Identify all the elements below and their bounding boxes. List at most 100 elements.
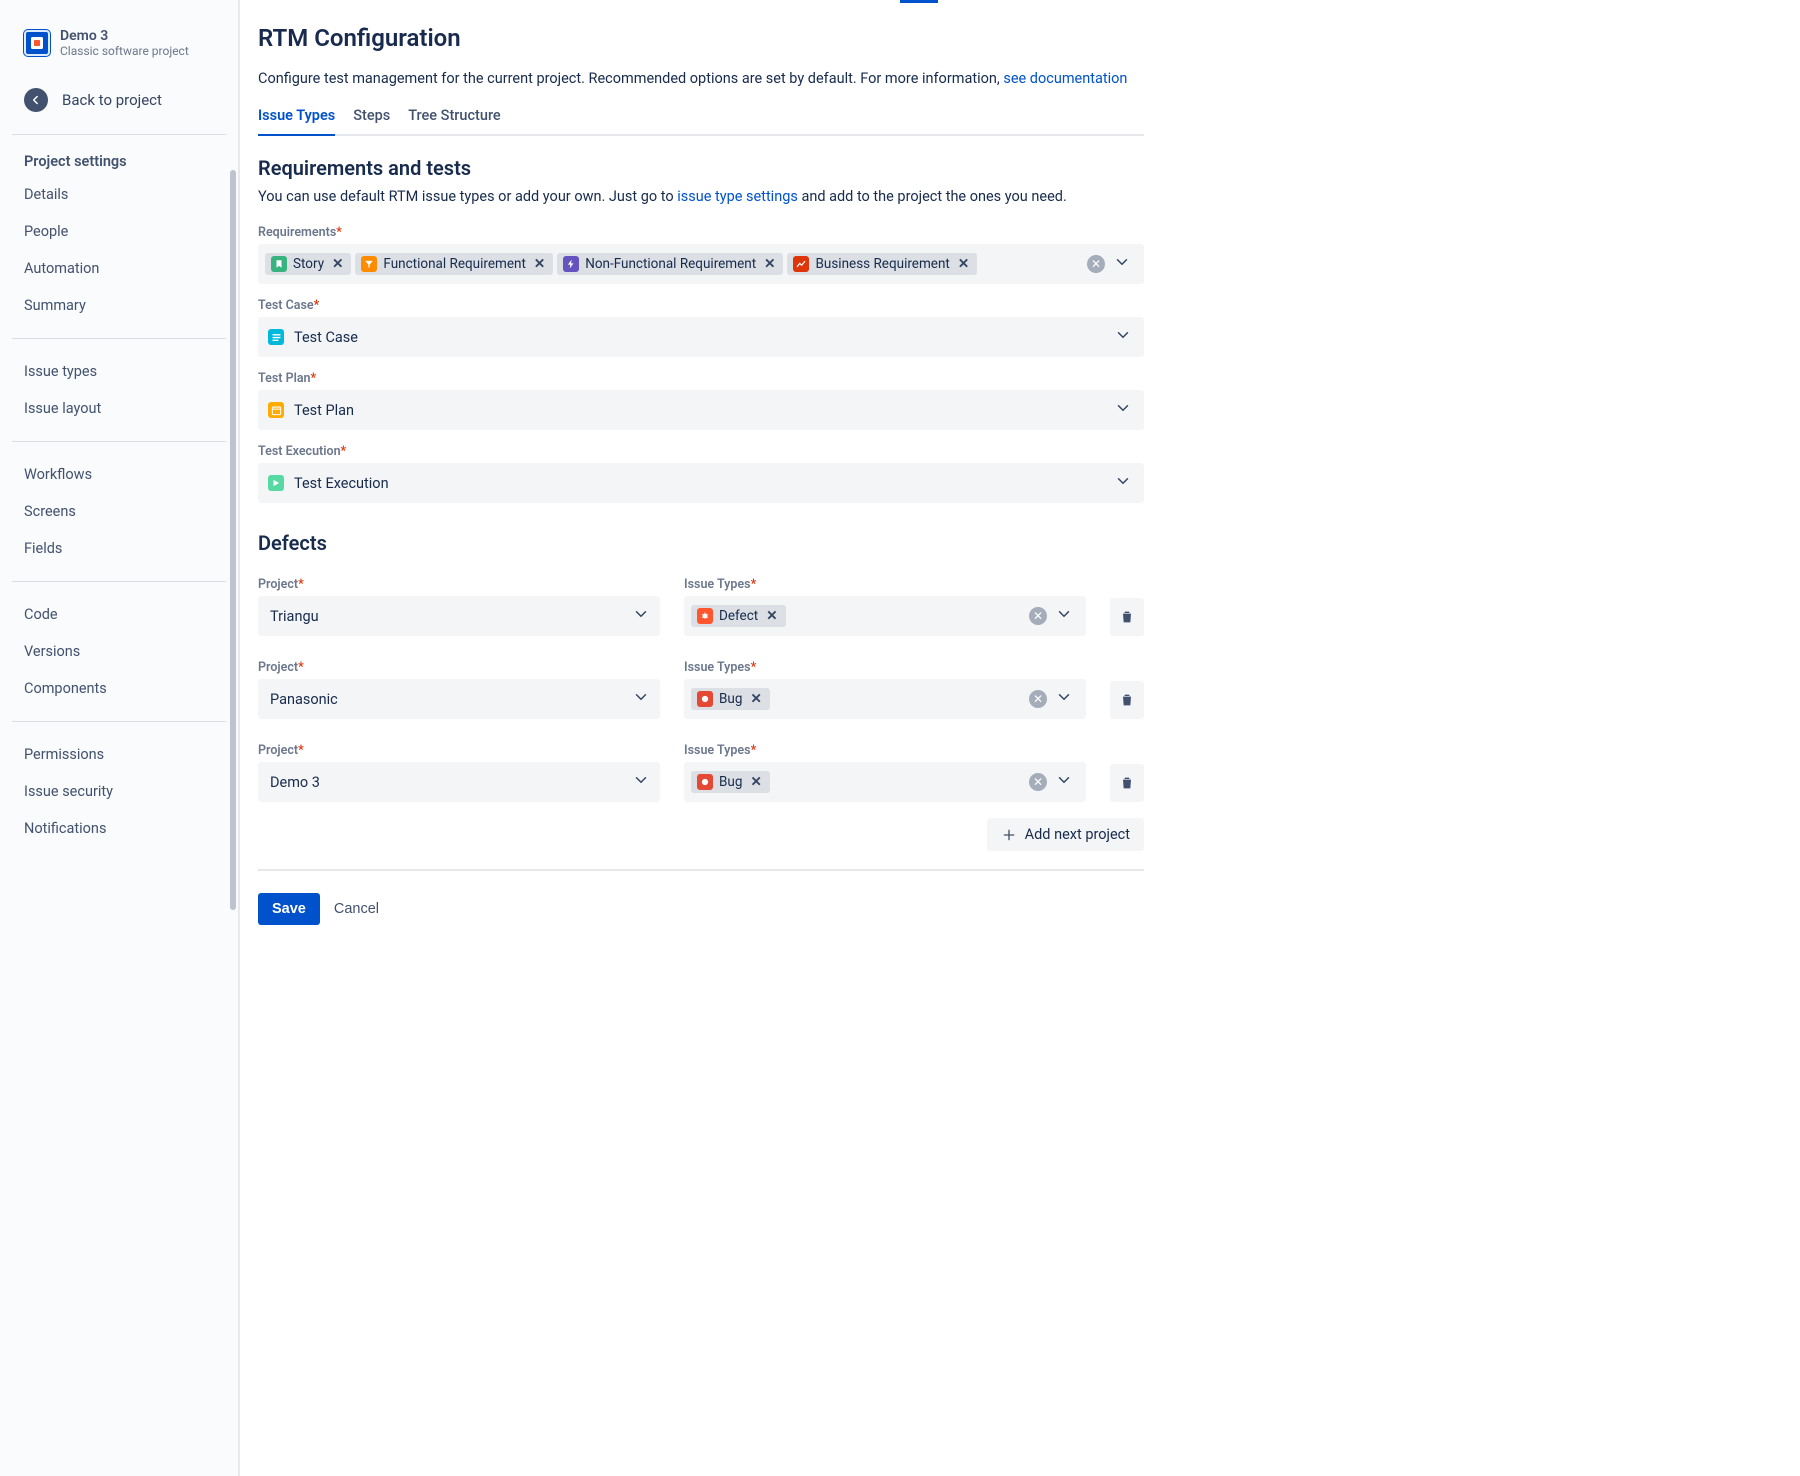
remove-tag-icon[interactable]: ✕ bbox=[532, 256, 547, 272]
issue-type-icon bbox=[697, 774, 713, 790]
sidebar-item-issue-types[interactable]: Issue types bbox=[0, 353, 238, 390]
clear-icon[interactable]: ✕ bbox=[1029, 690, 1047, 708]
chevron-down-icon[interactable] bbox=[1112, 397, 1134, 423]
delete-row-button[interactable] bbox=[1110, 681, 1144, 719]
defect-project-label: Project* bbox=[258, 577, 660, 592]
test-case-select[interactable]: Test Case bbox=[258, 317, 1144, 357]
clear-icon[interactable]: ✕ bbox=[1029, 607, 1047, 625]
remove-tag-icon[interactable]: ✕ bbox=[762, 256, 777, 272]
issue-type-settings-link[interactable]: issue type settings bbox=[677, 188, 798, 205]
sidebar-item-issue-security[interactable]: Issue security bbox=[0, 773, 238, 810]
tab-issue-types[interactable]: Issue Types bbox=[258, 101, 335, 136]
defect-project-label: Project* bbox=[258, 660, 660, 675]
sidebar-scrollbar[interactable] bbox=[230, 170, 236, 910]
project-header[interactable]: Demo 3 Classic software project bbox=[0, 20, 238, 70]
defect-project-select[interactable]: Panasonic bbox=[258, 679, 660, 719]
defect-project-select[interactable]: Demo 3 bbox=[258, 762, 660, 802]
test-execution-select[interactable]: Test Execution bbox=[258, 463, 1144, 503]
delete-row-button[interactable] bbox=[1110, 764, 1144, 802]
delete-row-button[interactable] bbox=[1110, 598, 1144, 636]
sidebar-item-automation[interactable]: Automation bbox=[0, 250, 238, 287]
remove-tag-icon[interactable]: ✕ bbox=[748, 691, 763, 707]
page-intro: Configure test management for the curren… bbox=[258, 70, 1144, 87]
requirements-dropdown-icon[interactable] bbox=[1111, 251, 1133, 277]
test-plan-label: Test Plan* bbox=[258, 371, 1144, 386]
requirements-label: Requirements* bbox=[258, 225, 1144, 240]
chevron-down-icon[interactable] bbox=[1053, 686, 1075, 712]
chevron-down-icon[interactable] bbox=[1053, 769, 1075, 795]
project-type: Classic software project bbox=[60, 44, 189, 58]
sidebar-item-screens[interactable]: Screens bbox=[0, 493, 238, 530]
defect-types-multiselect[interactable]: Bug✕✕ bbox=[684, 679, 1086, 719]
trash-icon bbox=[1119, 775, 1135, 791]
sidebar-item-summary[interactable]: Summary bbox=[0, 287, 238, 324]
cancel-button[interactable]: Cancel bbox=[334, 901, 379, 917]
defect-row: Project*Demo 3Issue Types*Bug✕✕ bbox=[258, 729, 1144, 802]
page-title: RTM Configuration bbox=[258, 24, 1144, 52]
trash-icon bbox=[1119, 609, 1135, 625]
chevron-down-icon[interactable] bbox=[1053, 603, 1075, 629]
requirements-tag-functional-requirement: Functional Requirement✕ bbox=[355, 253, 553, 275]
remove-tag-icon[interactable]: ✕ bbox=[330, 256, 345, 272]
chevron-down-icon[interactable] bbox=[630, 686, 652, 712]
sidebar-item-issue-layout[interactable]: Issue layout bbox=[0, 390, 238, 427]
project-settings-heading: Project settings bbox=[0, 135, 238, 176]
project-avatar-icon bbox=[24, 30, 50, 56]
defect-project-select[interactable]: Triangu bbox=[258, 596, 660, 636]
defect-row: Project*TrianguIssue Types*Defect✕✕ bbox=[258, 563, 1144, 636]
issue-type-icon bbox=[361, 256, 377, 272]
sidebar-item-details[interactable]: Details bbox=[0, 176, 238, 213]
test-plan-icon bbox=[268, 402, 284, 418]
issue-type-icon bbox=[271, 256, 287, 272]
save-button[interactable]: Save bbox=[258, 893, 320, 925]
top-active-indicator bbox=[900, 0, 938, 3]
remove-tag-icon[interactable]: ✕ bbox=[956, 256, 971, 272]
back-label: Back to project bbox=[62, 91, 162, 109]
chevron-down-icon[interactable] bbox=[1112, 470, 1134, 496]
sidebar-item-notifications[interactable]: Notifications bbox=[0, 810, 238, 847]
sidebar-item-workflows[interactable]: Workflows bbox=[0, 456, 238, 493]
trash-icon bbox=[1119, 692, 1135, 708]
defect-type-tag: Bug✕ bbox=[691, 688, 770, 710]
sidebar-item-permissions[interactable]: Permissions bbox=[0, 736, 238, 773]
sidebar-item-versions[interactable]: Versions bbox=[0, 633, 238, 670]
remove-tag-icon[interactable]: ✕ bbox=[748, 774, 763, 790]
defect-type-tag: Defect✕ bbox=[691, 605, 786, 627]
clear-icon[interactable]: ✕ bbox=[1029, 773, 1047, 791]
requirements-multiselect[interactable]: Story✕Functional Requirement✕Non-Functio… bbox=[258, 244, 1144, 284]
sidebar-item-people[interactable]: People bbox=[0, 213, 238, 250]
requirements-clear-icon[interactable]: ✕ bbox=[1087, 255, 1105, 273]
project-name: Demo 3 bbox=[60, 28, 189, 44]
test-plan-select[interactable]: Test Plan bbox=[258, 390, 1144, 430]
remove-tag-icon[interactable]: ✕ bbox=[764, 608, 779, 624]
defect-types-label: Issue Types* bbox=[684, 660, 1086, 675]
defect-types-multiselect[interactable]: Bug✕✕ bbox=[684, 762, 1086, 802]
defect-types-label: Issue Types* bbox=[684, 577, 1086, 592]
defect-types-multiselect[interactable]: Defect✕✕ bbox=[684, 596, 1086, 636]
chevron-down-icon[interactable] bbox=[630, 603, 652, 629]
defect-project-label: Project* bbox=[258, 743, 660, 758]
sidebar-item-fields[interactable]: Fields bbox=[0, 530, 238, 567]
add-next-project-button[interactable]: Add next project bbox=[987, 818, 1144, 851]
test-case-icon bbox=[268, 329, 284, 345]
defect-type-tag: Bug✕ bbox=[691, 771, 770, 793]
tab-steps[interactable]: Steps bbox=[353, 101, 390, 136]
issue-type-icon bbox=[563, 256, 579, 272]
requirements-tag-non-functional-requirement: Non-Functional Requirement✕ bbox=[557, 253, 783, 275]
chevron-down-icon[interactable] bbox=[1112, 324, 1134, 350]
sidebar: Demo 3 Classic software project Back to … bbox=[0, 0, 240, 1476]
sidebar-item-code[interactable]: Code bbox=[0, 596, 238, 633]
requirements-heading: Requirements and tests bbox=[258, 156, 1144, 180]
issue-type-icon bbox=[793, 256, 809, 272]
defect-row: Project*PanasonicIssue Types*Bug✕✕ bbox=[258, 646, 1144, 719]
tab-tree-structure[interactable]: Tree Structure bbox=[408, 101, 500, 136]
requirements-tag-story: Story✕ bbox=[265, 253, 351, 275]
test-execution-label: Test Execution* bbox=[258, 444, 1144, 459]
back-to-project[interactable]: Back to project bbox=[0, 70, 238, 134]
defects-heading: Defects bbox=[258, 531, 1144, 555]
config-tabs: Issue Types Steps Tree Structure bbox=[258, 101, 1144, 136]
sidebar-item-components[interactable]: Components bbox=[0, 670, 238, 707]
see-documentation-link[interactable]: see documentation bbox=[1003, 70, 1127, 87]
footer-divider bbox=[258, 869, 1144, 871]
chevron-down-icon[interactable] bbox=[630, 769, 652, 795]
